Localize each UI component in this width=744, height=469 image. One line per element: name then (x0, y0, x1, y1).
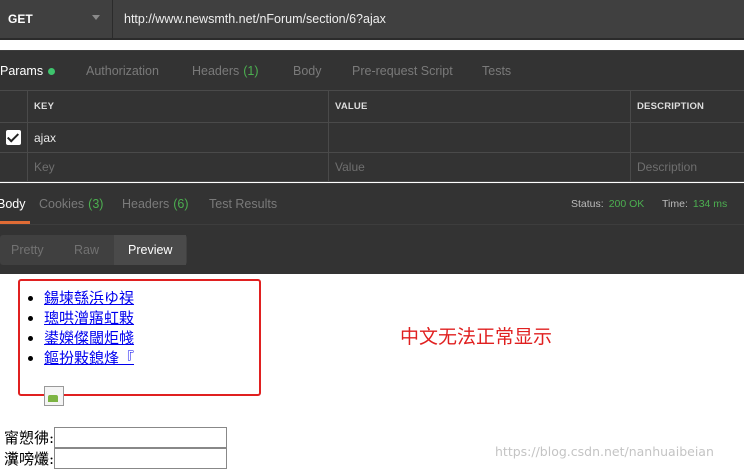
response-tabs: Body Cookies (3) Headers (6) Test Result… (0, 183, 744, 224)
table-header-row: KEY VALUE DESCRIPTION (0, 90, 744, 122)
status-value: 200 OK (608, 198, 645, 210)
view-raw-button[interactable]: Raw (74, 235, 99, 265)
time-label: Time: (662, 198, 688, 210)
tab-count: (3) (88, 197, 104, 211)
row-checkbox[interactable] (6, 130, 21, 145)
param-key: ajax (34, 130, 57, 145)
tab-authorization[interactable]: Authorization (86, 51, 159, 91)
value-header-cell: VALUE (328, 91, 630, 122)
url-input[interactable]: http://www.newsmth.net/nForum/section/6?… (113, 0, 744, 38)
description-header-cell: DESCRIPTION (630, 91, 744, 122)
view-pretty-button[interactable]: Pretty (11, 235, 44, 265)
description-placeholder: Description (637, 160, 698, 174)
param-value-cell[interactable] (328, 123, 630, 152)
response-status: Status: 200 OK (571, 184, 644, 224)
form-label: 瀵嗙爜: (4, 450, 55, 468)
response-time: Time: 134 ms (662, 184, 727, 224)
view-label: Raw (74, 243, 100, 257)
tab-params[interactable]: Params (0, 51, 56, 91)
tab-label: Body (293, 64, 322, 78)
value-placeholder: Value (335, 160, 365, 174)
chevron-down-icon (92, 15, 100, 20)
key-header: KEY (34, 101, 55, 112)
tab-headers[interactable]: Headers (1) (192, 51, 259, 91)
tab-label: Params (0, 64, 44, 78)
key-header-cell: KEY (27, 91, 328, 122)
view-mode-selector: Pretty Raw Preview (0, 235, 187, 265)
params-active-dot-icon (48, 67, 56, 75)
status-label: Status: (571, 198, 604, 210)
highlight-box (18, 279, 261, 396)
view-mode-bar: Pretty Raw Preview (0, 224, 744, 274)
table-row-new: Key Value Description (0, 152, 744, 182)
tab-response-headers[interactable]: Headers (6) (122, 184, 189, 224)
method-label: GET (8, 12, 33, 26)
params-table: KEY VALUE DESCRIPTION ajax Key Value Des… (0, 90, 744, 182)
table-row: ajax (0, 122, 744, 152)
form-row-password: 瀵嗙爜: (4, 448, 228, 469)
param-description-cell[interactable] (630, 123, 744, 152)
username-input[interactable] (54, 427, 228, 448)
tab-label: Headers (192, 64, 240, 78)
param-key-cell[interactable]: ajax (27, 123, 328, 152)
description-input[interactable]: Description (630, 153, 744, 181)
time-value: 134 ms (692, 198, 728, 210)
tab-label: Headers (122, 197, 170, 211)
annotation-text: 中文无法正常显示 (400, 326, 553, 348)
view-preview-button[interactable]: Preview (114, 235, 187, 265)
key-placeholder: Key (34, 160, 55, 174)
watermark: https://blog.csdn.net/nanhuaibeian (495, 444, 714, 459)
new-row-spacer (0, 153, 27, 181)
form-row-username: 甯愬彿: (4, 427, 228, 448)
tab-label: Pre-request Script (352, 64, 453, 78)
tab-label: Authorization (86, 64, 159, 78)
view-label: Preview (128, 243, 173, 257)
tab-label: Cookies (39, 197, 85, 211)
request-bar: GET http://www.newsmth.net/nForum/sectio… (0, 0, 744, 40)
tab-label: Tests (482, 64, 512, 78)
tab-label: Body (0, 197, 26, 211)
password-input[interactable] (54, 448, 228, 469)
tab-body[interactable]: Body (293, 51, 322, 91)
tab-cookies[interactable]: Cookies (3) (39, 184, 103, 224)
broken-image-icon (44, 386, 64, 406)
row-checkbox-cell (0, 123, 27, 152)
tab-test-results[interactable]: Test Results (209, 184, 277, 224)
value-input[interactable]: Value (328, 153, 630, 181)
description-header: DESCRIPTION (637, 101, 705, 112)
tab-tests[interactable]: Tests (482, 51, 511, 91)
request-tabs: Params Authorization Headers (1) Body Pr… (0, 50, 744, 90)
key-input[interactable]: Key (27, 153, 328, 181)
tab-label: Test Results (209, 197, 278, 211)
view-label: Pretty (11, 243, 44, 257)
method-dropdown[interactable]: GET (0, 0, 112, 38)
form-label: 甯愬彿: (4, 429, 55, 447)
tab-count: (6) (173, 197, 189, 211)
response-preview: 鍚堜綔浜ゆ祦 璁哄潧寤虹敤 鍙嬫儏閾炬帴 鏂扮敤鎴烽『 中文无法正常显示 甯愬彿… (0, 274, 744, 469)
tab-pre-request-script[interactable]: Pre-request Script (352, 51, 453, 91)
tab-count: (1) (243, 64, 259, 78)
value-header: VALUE (335, 101, 368, 112)
tab-response-body[interactable]: Body (0, 184, 26, 224)
